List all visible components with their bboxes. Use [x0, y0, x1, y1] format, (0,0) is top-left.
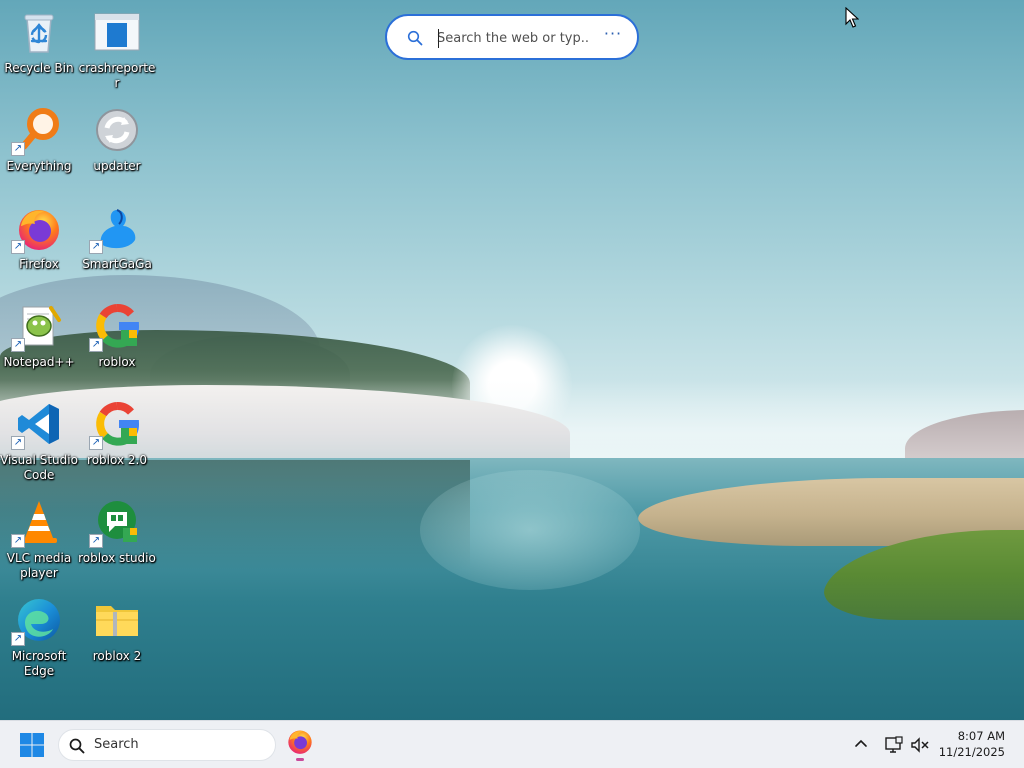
desktop-icon-label: Recycle Bin [4, 61, 74, 75]
shortcut-arrow-icon: ↗ [11, 240, 25, 254]
desktop-icon-label: Microsoft Edge [11, 649, 67, 678]
desktop-icon-firefox[interactable]: ↗ Firefox [0, 202, 78, 296]
desktop-icon-label: Visual Studio Code [0, 453, 78, 482]
taskbar-app-firefox[interactable] [286, 727, 314, 763]
google-chat-icon: ↗ [89, 498, 141, 548]
desktop-icon-vlc[interactable]: ↗ VLC media player [0, 496, 78, 590]
search-icon [69, 738, 85, 754]
shortcut-arrow-icon: ↗ [11, 436, 25, 450]
desktop-icon-recycle-bin[interactable]: Recycle Bin [0, 6, 78, 100]
recycle-bin-icon [15, 8, 63, 56]
desktop-search-widget[interactable]: ··· [385, 14, 639, 60]
desktop-icon-label: roblox 2.0 [87, 453, 147, 467]
notepadpp-icon: ↗ [11, 302, 63, 352]
window-app-icon [93, 8, 141, 56]
desktop-icon-label: SmartGaGa [82, 257, 152, 271]
desktop-icon-roblox[interactable]: ↗ roblox [78, 300, 156, 394]
desktop-icon-roblox-studio[interactable]: ↗ roblox studio [78, 496, 156, 590]
clock-time: 8:07 AM [957, 729, 1005, 743]
shortcut-arrow-icon: ↗ [11, 338, 25, 352]
desktop-icon-smartgaga[interactable]: ↗ SmartGaGa [78, 202, 156, 296]
windows-logo-icon [20, 733, 44, 757]
desktop-icon-everything[interactable]: ↗ Everything [0, 104, 78, 198]
search-icon [407, 30, 423, 46]
shortcut-arrow-icon: ↗ [11, 632, 25, 646]
search-input[interactable] [437, 26, 589, 50]
taskbar-clock[interactable]: 8:07 AM 11/21/2025 [930, 728, 1005, 760]
tray-volume-button[interactable] [910, 736, 930, 754]
shortcut-arrow-icon: ↗ [11, 534, 25, 548]
more-options-button[interactable]: ··· [599, 24, 627, 50]
taskbar-search-box[interactable]: Search [58, 729, 276, 761]
shortcut-arrow-icon: ↗ [89, 534, 103, 548]
desktop-icon-label: roblox studio [78, 551, 156, 565]
firefox-icon [288, 730, 312, 754]
firefox-icon: ↗ [11, 204, 63, 254]
desktop-icon-label: roblox 2 [92, 649, 142, 663]
desktop-icon-edge[interactable]: ↗ Microsoft Edge [0, 594, 78, 688]
desktop-icon-crashreporter[interactable]: crashreporter [78, 6, 156, 100]
desktop-screen: Recycle Bin ↗ Everything ↗ Firefox ↗ Not… [0, 0, 1024, 768]
desktop-icon-label: updater [93, 159, 141, 173]
vlc-cone-icon: ↗ [11, 498, 63, 548]
google-icon: ↗ [89, 400, 141, 450]
desktop-icon-label: Firefox [19, 257, 59, 271]
desktop-icon-vscode[interactable]: ↗ Visual Studio Code [0, 398, 78, 492]
desktop-icon-label: roblox [98, 355, 136, 369]
chevron-up-icon [855, 739, 867, 747]
text-caret [438, 29, 439, 48]
desktop-icon-roblox-2[interactable]: roblox 2 [78, 594, 156, 688]
volume-muted-icon [911, 737, 929, 753]
vscode-icon: ↗ [11, 400, 63, 450]
edge-icon: ↗ [11, 596, 63, 646]
shortcut-arrow-icon: ↗ [11, 142, 25, 156]
google-icon: ↗ [89, 302, 141, 352]
desktop-icon-updater[interactable]: updater [78, 104, 156, 198]
tray-network-button[interactable] [884, 736, 904, 754]
clock-date: 11/21/2025 [938, 745, 1005, 759]
display-network-icon [885, 736, 903, 753]
mouse-cursor-icon [845, 6, 860, 29]
wallpaper-lake-shine [420, 470, 640, 590]
desktop-icon-label: VLC media player [6, 551, 72, 580]
zip-folder-icon [93, 596, 141, 644]
shortcut-arrow-icon: ↗ [89, 338, 103, 352]
show-hidden-icons-button[interactable] [852, 735, 870, 753]
shortcut-arrow-icon: ↗ [89, 436, 103, 450]
swan-icon: ↗ [89, 204, 141, 254]
desktop-icon-label: crashreporter [78, 61, 156, 90]
desktop-icon-roblox-2-0[interactable]: ↗ roblox 2.0 [78, 398, 156, 492]
start-button[interactable] [14, 727, 50, 763]
taskbar-search-label: Search [94, 737, 139, 752]
taskbar: Search 8:07 AM 11/21/2025 [0, 720, 1024, 768]
refresh-circle-icon [93, 106, 141, 154]
shortcut-arrow-icon: ↗ [89, 240, 103, 254]
active-app-indicator [296, 758, 304, 761]
magnifier-orange-icon: ↗ [11, 106, 63, 156]
desktop-icon-label: Everything [6, 159, 72, 173]
desktop-icon-notepadpp[interactable]: ↗ Notepad++ [0, 300, 78, 394]
desktop-icon-label: Notepad++ [3, 355, 75, 369]
